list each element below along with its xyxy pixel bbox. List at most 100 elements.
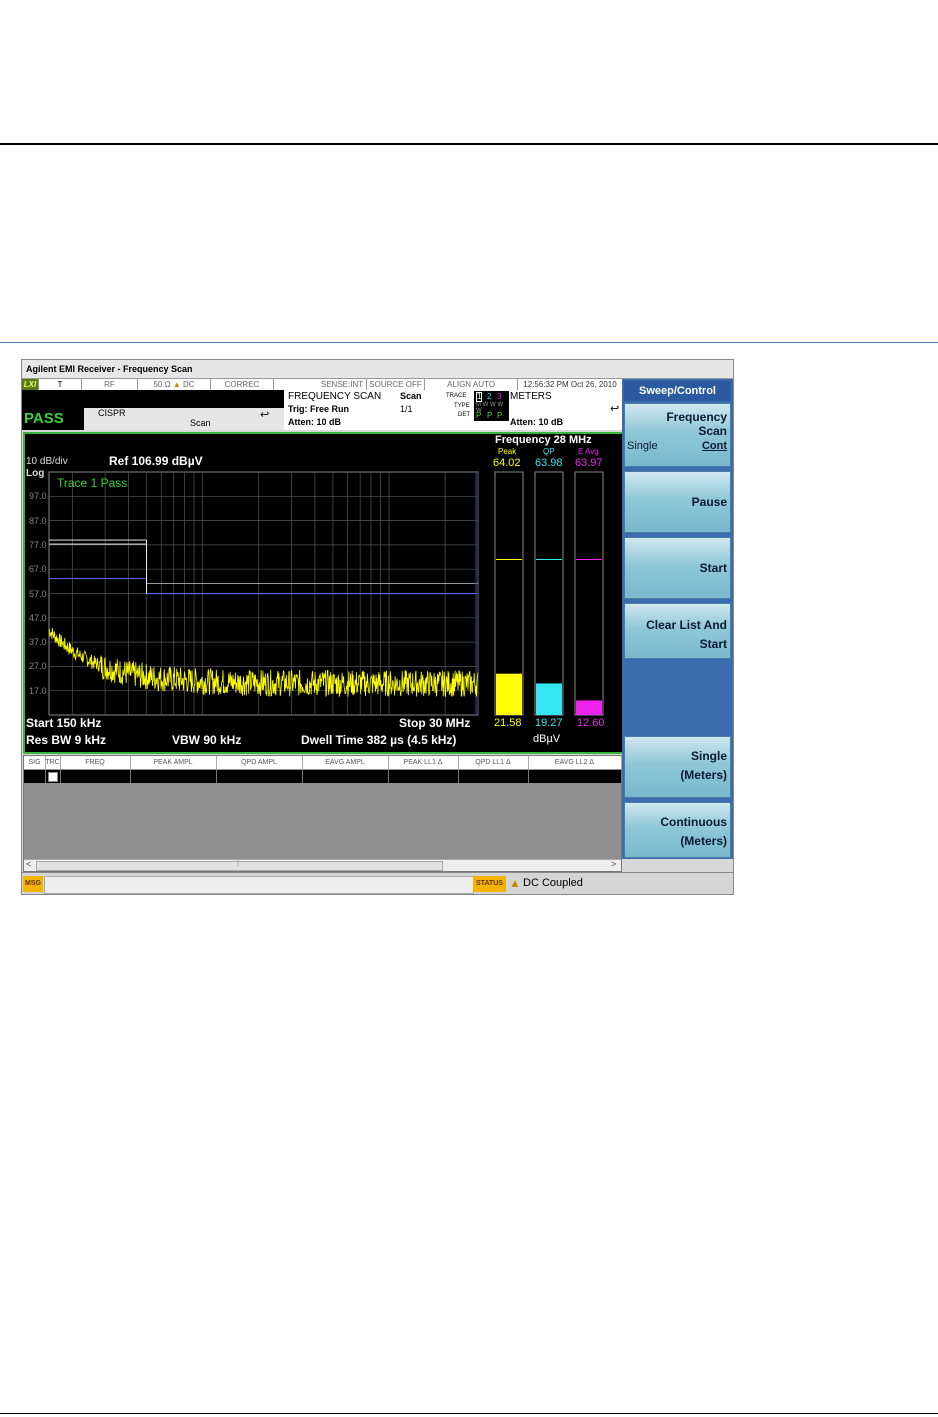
emi-receiver-screenshot: Agilent EMI Receiver - Frequency Scan LX… [21, 359, 734, 895]
table-header-cell[interactable]: QPD LL1 Δ [458, 756, 529, 769]
meter-label-peak: Peak [498, 447, 517, 456]
table-cell [60, 770, 131, 783]
msg-tag: MSG [23, 876, 43, 892]
meter-bottom-peak: 21.58 [494, 717, 522, 729]
scan-results-table[interactable]: SIG TRC FREQ PEAK AMPL QPD AMPL EAVG AMPL PEAK… [23, 755, 622, 872]
y-tick-label: 57.0 [29, 588, 47, 599]
scroll-right-icon[interactable]: > [611, 859, 616, 869]
y-tick-label: 97.0 [29, 491, 47, 502]
meter-bar-fill [496, 673, 522, 715]
atten-right: Atten: 10 dB [510, 417, 564, 427]
loop-icon-right: ↩ [610, 403, 620, 415]
meter-value-eavg: 63.97 [575, 457, 603, 469]
warning-icon: ▲ [509, 876, 521, 890]
meter-unit: dBµV [533, 733, 561, 745]
table-cell [302, 770, 389, 783]
meter-bar-fill [576, 700, 602, 715]
table-cell [216, 770, 303, 783]
start-freq: Start 150 kHz [26, 716, 102, 730]
single-option: Single [627, 440, 658, 452]
meter-label-qp: QP [543, 447, 555, 456]
sweep-info: FREQUENCY SCAN Trig: Free Run Atten: 10 … [284, 390, 622, 430]
table-header-cell[interactable]: EAVG AMPL [302, 756, 389, 769]
table-row[interactable] [24, 770, 622, 783]
table-cell [388, 770, 459, 783]
meter-bar-frame [574, 471, 604, 716]
top-rule [0, 143, 938, 145]
softkey-menu-title: Sweep/Control [624, 381, 731, 401]
section-rule [0, 342, 938, 343]
trace-type-panel: 1 2 3 M W W W W P P P [474, 391, 509, 421]
table-header: SIG TRC FREQ PEAK AMPL QPD AMPL EAVG AMPL PEAK… [24, 756, 622, 770]
y-tick-label: 37.0 [29, 637, 47, 648]
table-header-cell[interactable]: PEAK LL1 Δ [388, 756, 459, 769]
table-header-cell[interactable]: EAVG LL2 Δ [528, 756, 622, 769]
row-checkbox[interactable] [48, 772, 58, 782]
stop-freq: Stop 30 MHz [399, 716, 471, 730]
table-cell [528, 770, 622, 783]
start-button[interactable]: Start [624, 537, 731, 599]
atten-left: Atten: 10 dB [288, 417, 342, 427]
status-correc: CORREC [211, 379, 274, 390]
table-header-cell[interactable]: TRC [45, 756, 61, 769]
loop-icon: ↩ [260, 409, 270, 421]
continuous-meters-button[interactable]: Continuous (Meters) [624, 802, 731, 858]
meter-label-eavg: E Avg [578, 447, 599, 456]
status-t: T [39, 379, 82, 390]
meter-bar-frame [534, 471, 564, 716]
pause-button[interactable]: Pause [624, 471, 731, 533]
table-cell [458, 770, 529, 783]
table-header-cell[interactable]: QPD AMPL [216, 756, 303, 769]
msg-field [44, 876, 474, 894]
bottom-rule [0, 1413, 938, 1414]
meters-label: METERS [510, 391, 552, 402]
table-cell [130, 770, 217, 783]
status-sense: SENSE:INT [318, 379, 367, 390]
table-header-cell[interactable]: SIG [24, 756, 46, 769]
meter-value-peak: 64.02 [493, 457, 521, 469]
pass-indicator: PASS [22, 408, 84, 430]
y-tick-label: 67.0 [29, 564, 47, 575]
warning-icon: ▲ [172, 380, 181, 389]
trace-1 [48, 627, 479, 697]
y-tick-label: 47.0 [29, 612, 47, 623]
cont-option: Cont [701, 440, 727, 452]
meter-bottom-eavg: 12.60 [577, 717, 605, 729]
status-impedance-dc: 50 Ω ▲ DC [138, 379, 211, 390]
status-rf: RF [82, 379, 138, 390]
message-bar: MSG STATUS ▲ DC Coupled [22, 872, 733, 894]
scan-count: 1/1 [400, 404, 413, 414]
y-tick-label: 87.0 [29, 515, 47, 526]
scroll-thumb[interactable]: ⁞ [36, 859, 443, 871]
trace-status: Trace 1 Pass [57, 476, 128, 490]
clear-list-and-start-button[interactable]: Clear List And Start [624, 603, 731, 659]
meter-bars [494, 471, 604, 716]
table-header-cell[interactable]: FREQ [60, 756, 131, 769]
status-datetime: 12:56:32 PM Oct 26, 2010 [518, 379, 623, 390]
meter-frequency: Frequency 28 MHz [495, 434, 592, 446]
table-header-cell[interactable]: PEAK AMPL [130, 756, 217, 769]
status-tag: STATUS [473, 876, 506, 892]
vbw: VBW 90 kHz [172, 733, 242, 747]
y-tick-label: 77.0 [29, 539, 47, 550]
meter-bar-fill [536, 683, 562, 715]
status-text: DC Coupled [523, 877, 583, 889]
freq-scan-label: FREQUENCY SCAN [288, 391, 382, 402]
cispr-box: CISPR Scan ↩ [84, 408, 284, 430]
dwell-time: Dwell Time 382 µs (4.5 kHz) [301, 733, 457, 747]
window-title-bar: Agilent EMI Receiver - Frequency Scan [22, 360, 733, 379]
res-bw: Res BW 9 kHz [26, 733, 107, 747]
horizontal-scrollbar[interactable]: < ⁞ > [24, 859, 621, 871]
frequency-scan-button[interactable]: Frequency Scan Single Cont [624, 403, 731, 467]
y-tick-label: 17.0 [29, 685, 47, 696]
scroll-left-icon[interactable]: < [26, 859, 31, 869]
window-title: Agilent EMI Receiver - Frequency Scan [26, 364, 193, 374]
status-align: ALIGN AUTO [425, 379, 518, 390]
meter-value-qp: 63.98 [535, 457, 563, 469]
scan-label: Scan [190, 418, 211, 428]
status-source: SOURCE OFF [367, 379, 425, 390]
softkey-panel: Sweep/Control Frequency Scan Single Cont… [622, 379, 733, 859]
trig-label: Trig: Free Run [288, 404, 350, 414]
single-meters-button[interactable]: Single (Meters) [624, 736, 731, 798]
scan-mode: Scan [400, 391, 422, 401]
